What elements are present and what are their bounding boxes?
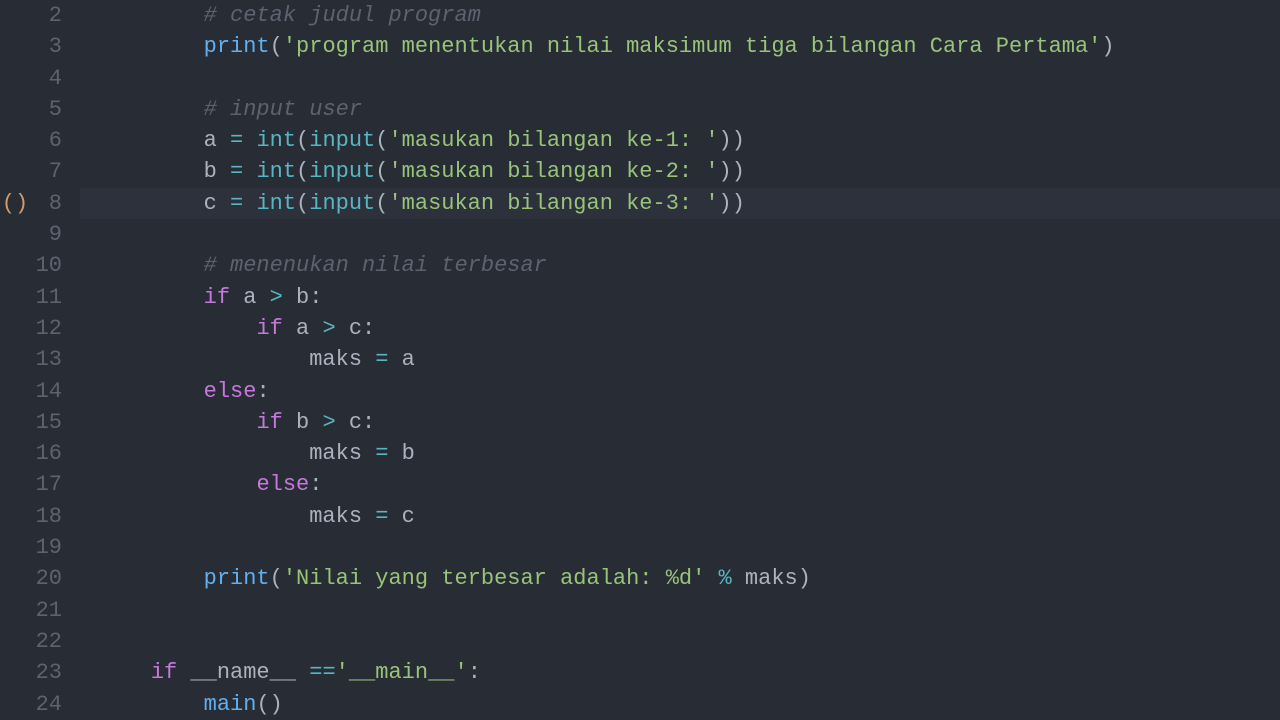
lint-marker xyxy=(0,313,30,344)
lint-marker xyxy=(0,344,30,375)
code-line[interactable]: b = int(input('masukan bilangan ke-2: ')… xyxy=(98,156,1280,187)
line-number: 18 xyxy=(30,501,62,532)
lint-marker xyxy=(0,376,30,407)
code-line[interactable]: maks = a xyxy=(98,344,1280,375)
line-number: 17 xyxy=(30,469,62,500)
code-area[interactable]: # cetak judul program print('program men… xyxy=(80,0,1280,720)
lint-marker xyxy=(0,282,30,313)
line-number: 9 xyxy=(30,219,62,250)
line-number: 19 xyxy=(30,532,62,563)
code-line[interactable] xyxy=(98,219,1280,250)
lint-marker xyxy=(0,31,30,62)
code-line[interactable]: print('Nilai yang terbesar adalah: %d' %… xyxy=(98,563,1280,594)
line-number: 8 xyxy=(30,188,62,219)
line-number: 5 xyxy=(30,94,62,125)
lint-marker xyxy=(0,94,30,125)
lint-marker xyxy=(0,689,30,720)
code-line[interactable]: maks = b xyxy=(98,438,1280,469)
line-number: 14 xyxy=(30,376,62,407)
code-line[interactable]: a = int(input('masukan bilangan ke-1: ')… xyxy=(98,125,1280,156)
lint-gutter: () xyxy=(0,0,30,720)
lint-marker xyxy=(0,438,30,469)
lint-marker xyxy=(0,407,30,438)
code-line[interactable]: if a > c: xyxy=(98,313,1280,344)
line-number: 10 xyxy=(30,250,62,281)
lint-marker xyxy=(0,250,30,281)
code-editor[interactable]: () 2345678910111213141516171819202122232… xyxy=(0,0,1280,720)
line-number: 13 xyxy=(30,344,62,375)
code-line[interactable]: maks = c xyxy=(98,501,1280,532)
lint-marker xyxy=(0,125,30,156)
lint-marker xyxy=(0,469,30,500)
code-line[interactable] xyxy=(98,532,1280,563)
code-line[interactable]: print('program menentukan nilai maksimum… xyxy=(98,31,1280,62)
lint-marker xyxy=(0,219,30,250)
code-line[interactable]: main() xyxy=(98,689,1280,720)
lint-marker xyxy=(0,156,30,187)
line-number: 4 xyxy=(30,63,62,94)
line-number: 6 xyxy=(30,125,62,156)
line-number: 3 xyxy=(30,31,62,62)
code-line[interactable]: else: xyxy=(98,376,1280,407)
lint-marker xyxy=(0,501,30,532)
code-line[interactable]: # cetak judul program xyxy=(98,0,1280,31)
line-number: 20 xyxy=(30,563,62,594)
code-line[interactable] xyxy=(98,626,1280,657)
lint-marker xyxy=(0,595,30,626)
code-line[interactable]: if __name__ =='__main__': xyxy=(98,657,1280,688)
code-line[interactable]: if a > b: xyxy=(98,282,1280,313)
line-number: 2 xyxy=(30,0,62,31)
lint-marker xyxy=(0,0,30,31)
lint-marker xyxy=(0,657,30,688)
code-line[interactable] xyxy=(98,595,1280,626)
code-line[interactable]: c = int(input('masukan bilangan ke-3: ')… xyxy=(80,188,1280,219)
lint-marker xyxy=(0,532,30,563)
line-number: 11 xyxy=(30,282,62,313)
code-line[interactable] xyxy=(98,63,1280,94)
line-number: 7 xyxy=(30,156,62,187)
line-number: 12 xyxy=(30,313,62,344)
code-line[interactable]: else: xyxy=(98,469,1280,500)
line-number-gutter: 23456789101112131415161718192021222324 xyxy=(30,0,80,720)
line-number: 23 xyxy=(30,657,62,688)
code-line[interactable]: # input user xyxy=(98,94,1280,125)
line-number: 24 xyxy=(30,689,62,720)
lint-marker xyxy=(0,563,30,594)
lint-marker xyxy=(0,63,30,94)
line-number: 22 xyxy=(30,626,62,657)
code-line[interactable]: # menenukan nilai terbesar xyxy=(98,250,1280,281)
line-number: 15 xyxy=(30,407,62,438)
line-number: 16 xyxy=(30,438,62,469)
lint-marker xyxy=(0,626,30,657)
code-line[interactable]: if b > c: xyxy=(98,407,1280,438)
lint-marker: () xyxy=(0,188,30,219)
line-number: 21 xyxy=(30,595,62,626)
